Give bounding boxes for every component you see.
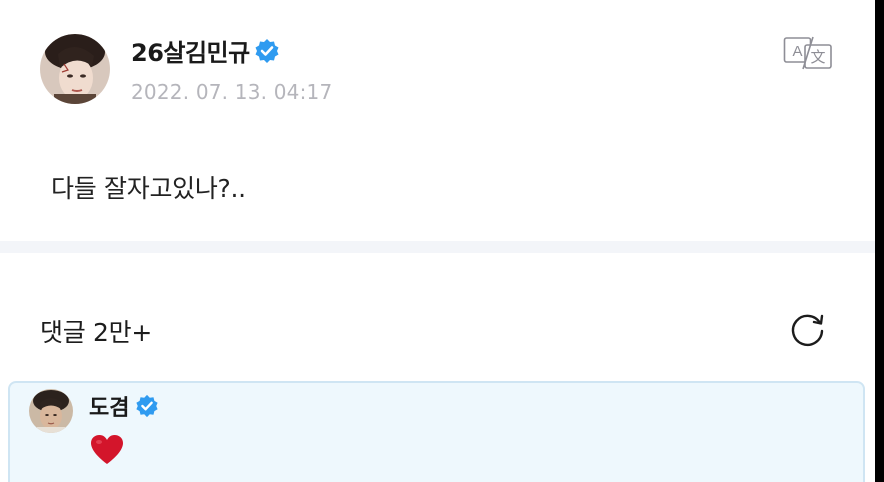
- author-name[interactable]: 26살김민규: [131, 33, 250, 68]
- svg-text:A: A: [792, 43, 802, 60]
- post-page: 26살김민규 2022. 07. 13. 04:17 A 文 다들 잘자고있나?…: [0, 0, 884, 482]
- commenter-name[interactable]: 도겸: [89, 390, 129, 422]
- comments-count-title: 댓글 2만+: [40, 318, 153, 347]
- translate-icon[interactable]: A 文: [783, 36, 833, 70]
- author-avatar[interactable]: [40, 34, 110, 104]
- post-timestamp: 2022. 07. 13. 04:17: [131, 80, 333, 104]
- refresh-icon[interactable]: [789, 311, 827, 349]
- red-heart-icon: [90, 434, 124, 466]
- commenter-avatar-photo: [29, 389, 73, 433]
- commenter-avatar[interactable]: [29, 389, 73, 433]
- avatar-photo: [40, 34, 110, 104]
- commenter-row: 도겸: [89, 390, 159, 422]
- verified-badge-icon: [135, 394, 159, 418]
- svg-text:文: 文: [810, 49, 825, 66]
- section-divider: [0, 241, 875, 253]
- screen-edge: [875, 0, 884, 482]
- post-body-text: 다들 잘자고있나?..: [51, 174, 246, 203]
- author-row: 26살김민규: [131, 33, 280, 68]
- verified-badge-icon: [254, 38, 280, 64]
